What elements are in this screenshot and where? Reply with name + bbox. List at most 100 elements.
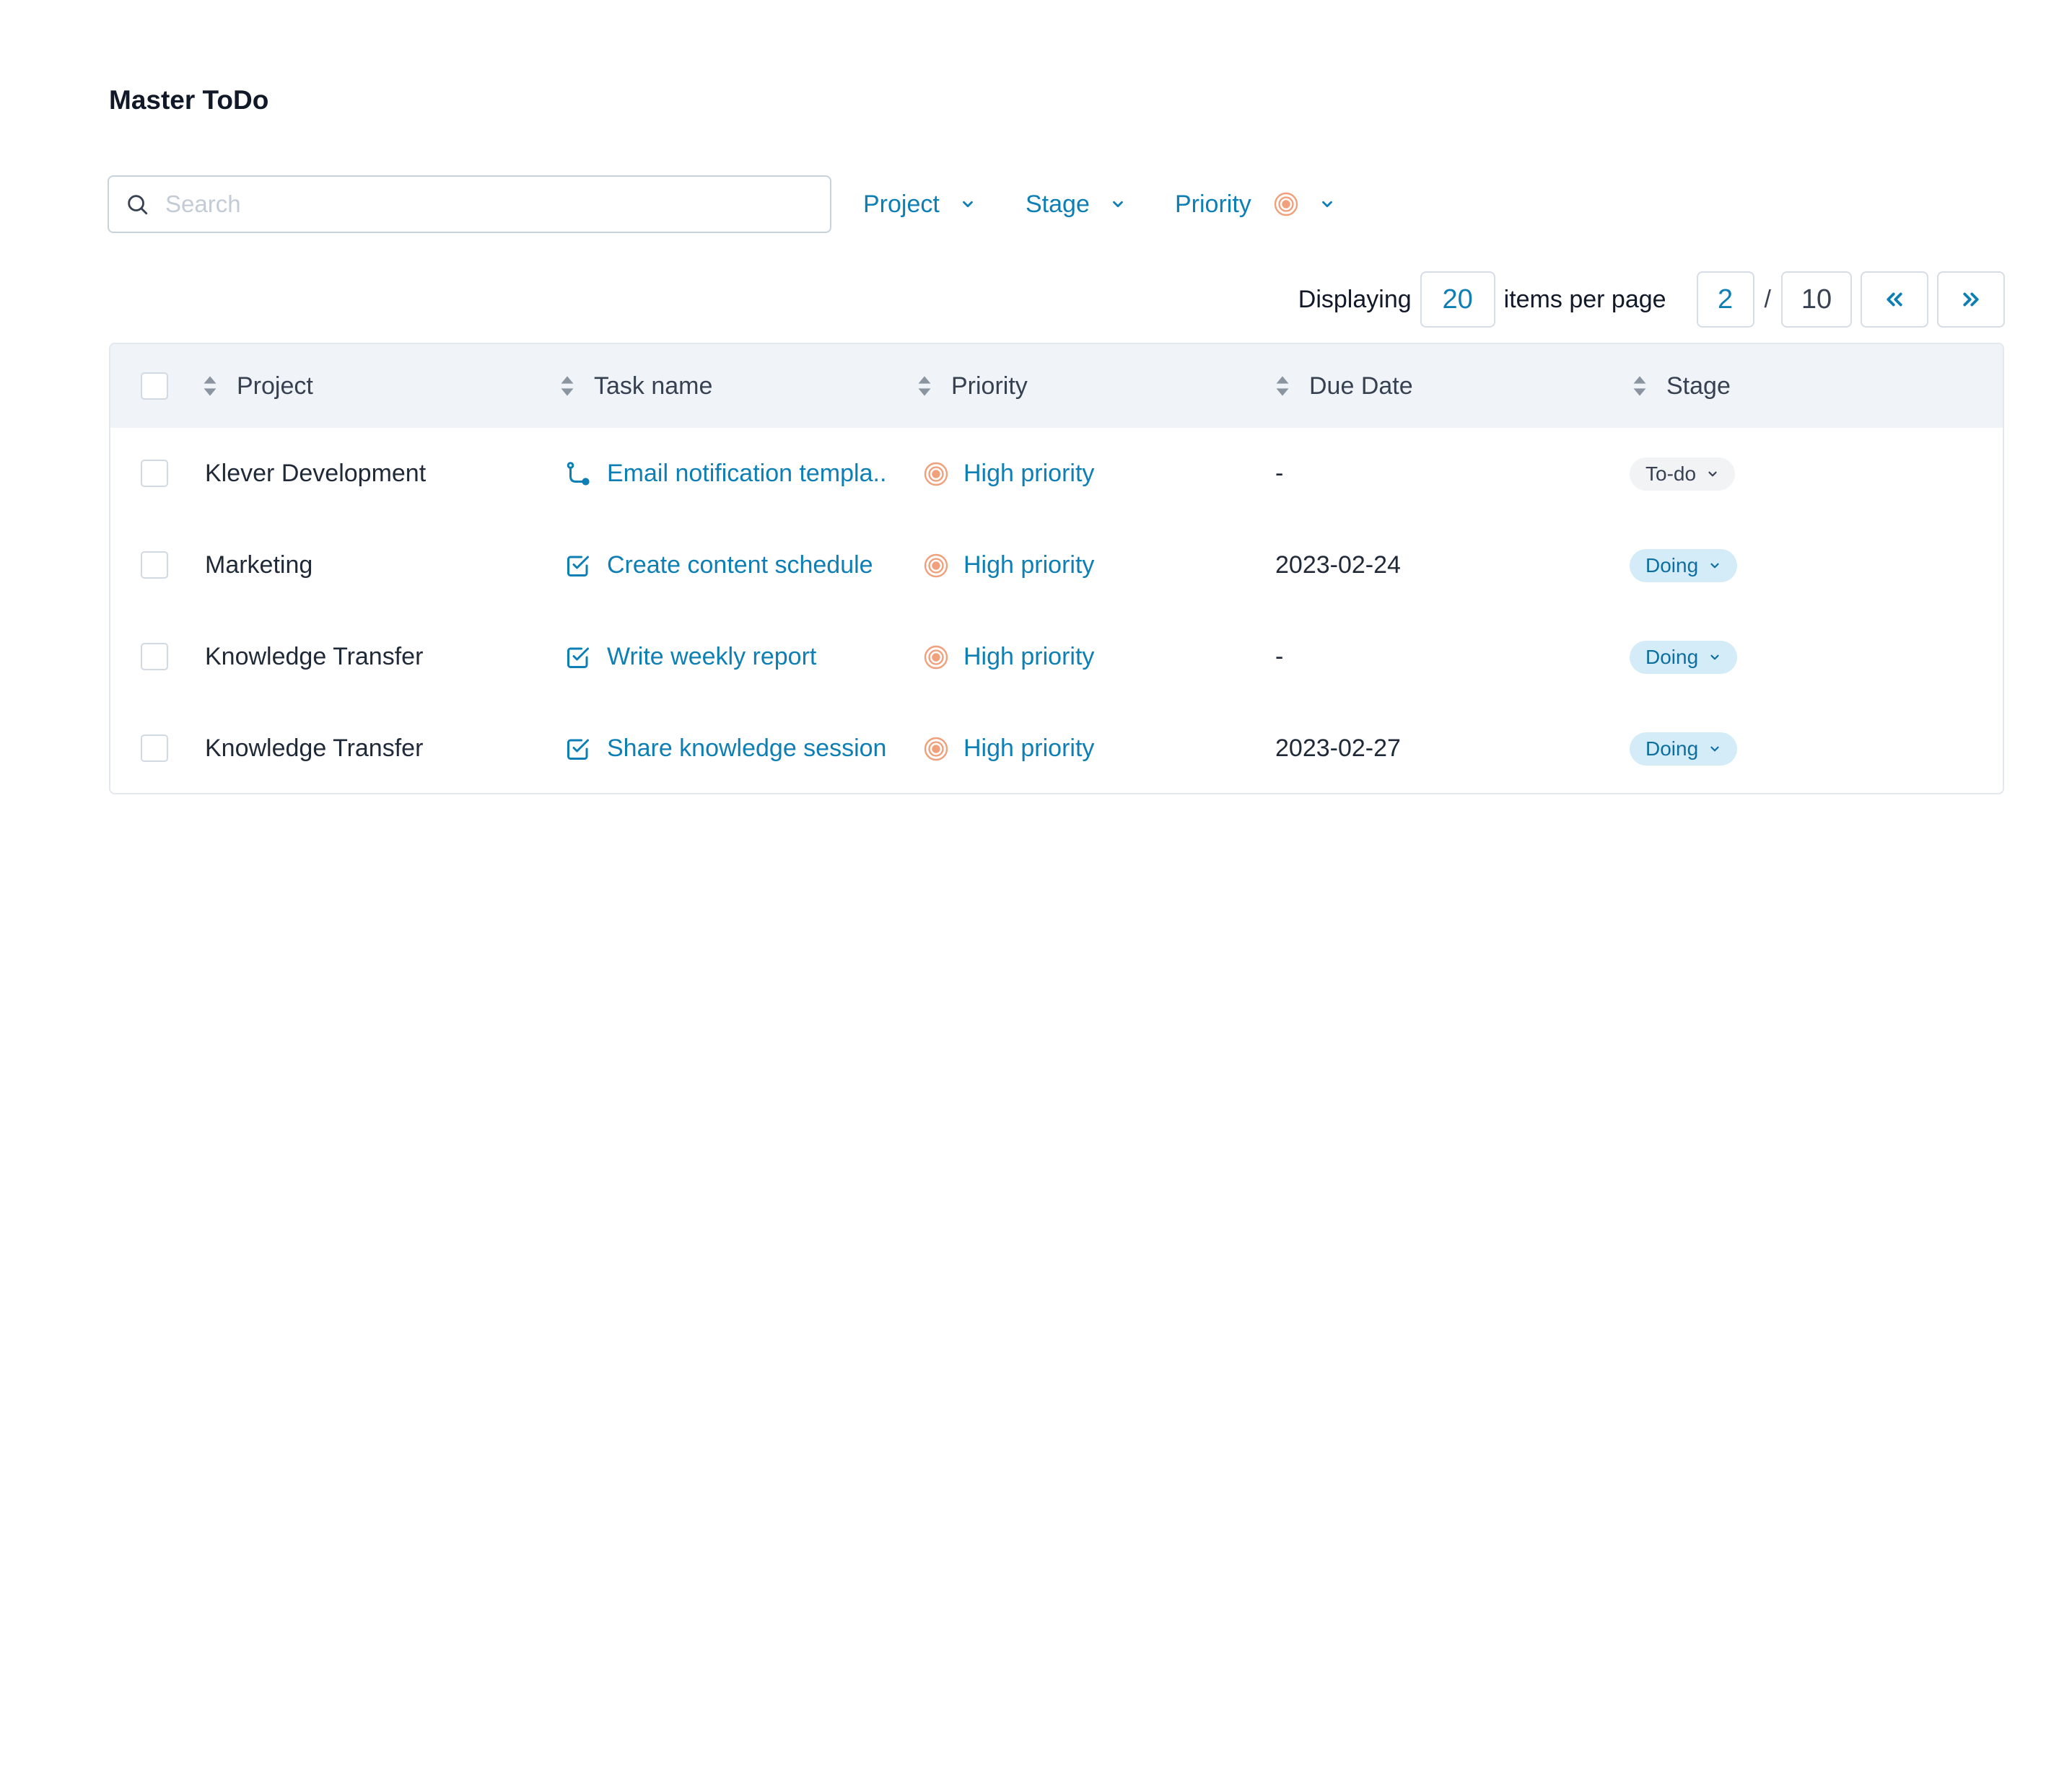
task-link[interactable]: Email notification templa.. — [565, 428, 886, 519]
table-header: Project Task name Priority Due Date Stag… — [110, 344, 2003, 428]
column-header-due-date[interactable]: Due Date — [1275, 344, 1413, 428]
project-cell: Marketing — [205, 551, 313, 579]
page-title: Master ToDo — [109, 85, 269, 115]
priority-target-icon — [924, 553, 948, 577]
checkbox-task-icon — [567, 556, 589, 576]
column-label: Project — [237, 372, 313, 400]
priority-cell: High priority — [923, 611, 1094, 703]
stage-cell: Doing — [1630, 519, 1738, 611]
stage-cell: Doing — [1630, 611, 1738, 703]
project-filter-dropdown[interactable]: Project — [863, 186, 976, 222]
priority-target-icon — [924, 737, 948, 760]
project-filter-label: Project — [863, 190, 940, 218]
search-icon — [128, 195, 148, 215]
due-date-cell: 2023-02-24 — [1275, 551, 1401, 579]
project-cell: Klever Development — [205, 460, 427, 487]
column-label: Priority — [951, 372, 1028, 400]
priority-target-icon — [924, 462, 948, 486]
task-name: Write weekly report — [607, 643, 817, 670]
search-box[interactable] — [108, 175, 831, 233]
chevron-down-icon — [1708, 471, 1717, 476]
stage-label: Doing — [1645, 645, 1699, 668]
priority-label: High priority — [963, 551, 1095, 579]
total-pages: 10 — [1781, 271, 1852, 328]
sort-icon — [204, 376, 217, 396]
stage-dropdown[interactable]: Doing — [1630, 548, 1738, 582]
project-cell: Knowledge Transfer — [205, 735, 424, 762]
chevron-down-icon — [962, 201, 973, 208]
priority-filter-label: Priority — [1175, 190, 1251, 218]
column-label: Stage — [1666, 372, 1731, 400]
page-separator: / — [1764, 285, 1771, 313]
chevron-down-icon — [1710, 654, 1719, 659]
project-cell: Knowledge Transfer — [205, 643, 424, 670]
stage-cell: To-do — [1630, 428, 1736, 519]
next-page-button[interactable] — [1937, 271, 2005, 328]
stage-filter-label: Stage — [1026, 190, 1090, 218]
double-chevron-left-icon — [1887, 292, 1902, 307]
priority-target-icon — [924, 645, 948, 669]
select-all-checkbox[interactable] — [141, 372, 168, 400]
stage-cell: Doing — [1630, 703, 1738, 793]
priority-label: High priority — [963, 643, 1095, 670]
task-name: Share knowledge session — [607, 735, 887, 762]
pagination-bar: Displaying 20 items per page 2 / 10 — [1298, 271, 2005, 328]
stage-dropdown[interactable]: To-do — [1630, 457, 1736, 491]
column-header-stage[interactable]: Stage — [1632, 344, 1731, 428]
task-link[interactable]: Share knowledge session — [565, 703, 887, 793]
sort-icon — [918, 376, 931, 396]
stage-dropdown[interactable]: Doing — [1630, 732, 1738, 766]
search-input[interactable] — [165, 190, 815, 218]
chevron-down-icon — [1321, 201, 1332, 208]
table-row: Klever Development Email notification te… — [110, 428, 2003, 519]
due-date-cell: 2023-02-27 — [1275, 735, 1401, 762]
chevron-down-icon — [1710, 746, 1719, 751]
priority-cell: High priority — [923, 703, 1095, 793]
tasks-table: Project Task name Priority Due Date Stag… — [109, 343, 2004, 794]
sort-icon — [561, 376, 574, 396]
task-link[interactable]: Create content schedule — [565, 519, 873, 611]
row-checkbox[interactable] — [141, 551, 168, 579]
due-date-cell: - — [1275, 460, 1284, 487]
row-checkbox[interactable] — [141, 735, 168, 762]
previous-page-button[interactable] — [1861, 271, 1928, 328]
chevron-down-icon — [1710, 563, 1719, 568]
current-page-input[interactable]: 2 — [1696, 271, 1754, 328]
double-chevron-right-icon — [1963, 292, 1979, 307]
column-label: Task name — [594, 372, 713, 400]
column-label: Due Date — [1309, 372, 1413, 400]
task-name: Email notification templa.. — [607, 460, 887, 487]
table-row: Knowledge Transfer Share knowledge sessi… — [110, 703, 2003, 793]
stage-label: Doing — [1645, 737, 1699, 760]
table-row: Marketing Create content schedule High p… — [110, 519, 2003, 611]
chevron-down-icon — [1112, 201, 1123, 208]
sort-icon — [1276, 376, 1289, 396]
stage-filter-dropdown[interactable]: Stage — [1026, 186, 1126, 222]
checkbox-task-icon — [567, 739, 589, 760]
task-name: Create content schedule — [607, 551, 873, 579]
displaying-label: Displaying — [1298, 285, 1412, 313]
due-date-cell: - — [1275, 643, 1284, 670]
row-checkbox[interactable] — [141, 643, 168, 670]
master-todo-page: Master ToDo Project Stage Priority Displ… — [0, 0, 2072, 1767]
row-checkbox[interactable] — [141, 460, 168, 487]
stage-label: Doing — [1645, 553, 1699, 576]
stage-dropdown[interactable]: Doing — [1630, 640, 1738, 674]
sort-icon — [1633, 376, 1646, 396]
column-header-priority[interactable]: Priority — [917, 344, 1028, 428]
column-header-project[interactable]: Project — [202, 344, 313, 428]
column-header-task[interactable]: Task name — [559, 344, 712, 428]
priority-filter-dropdown[interactable]: Priority — [1175, 186, 1335, 222]
task-link[interactable]: Write weekly report — [565, 611, 816, 703]
items-per-page-label: items per page — [1503, 285, 1666, 313]
priority-label: High priority — [963, 735, 1095, 762]
stage-label: To-do — [1645, 462, 1697, 485]
table-row: Knowledge Transfer Write weekly report H… — [110, 611, 2003, 703]
priority-cell: High priority — [923, 519, 1094, 611]
subtask-icon — [567, 461, 590, 486]
checkbox-task-icon — [567, 647, 589, 668]
priority-label: High priority — [963, 460, 1095, 487]
priority-target-icon — [1274, 192, 1298, 216]
priority-cell: High priority — [923, 428, 1094, 519]
items-per-page-input[interactable]: 20 — [1420, 271, 1495, 328]
